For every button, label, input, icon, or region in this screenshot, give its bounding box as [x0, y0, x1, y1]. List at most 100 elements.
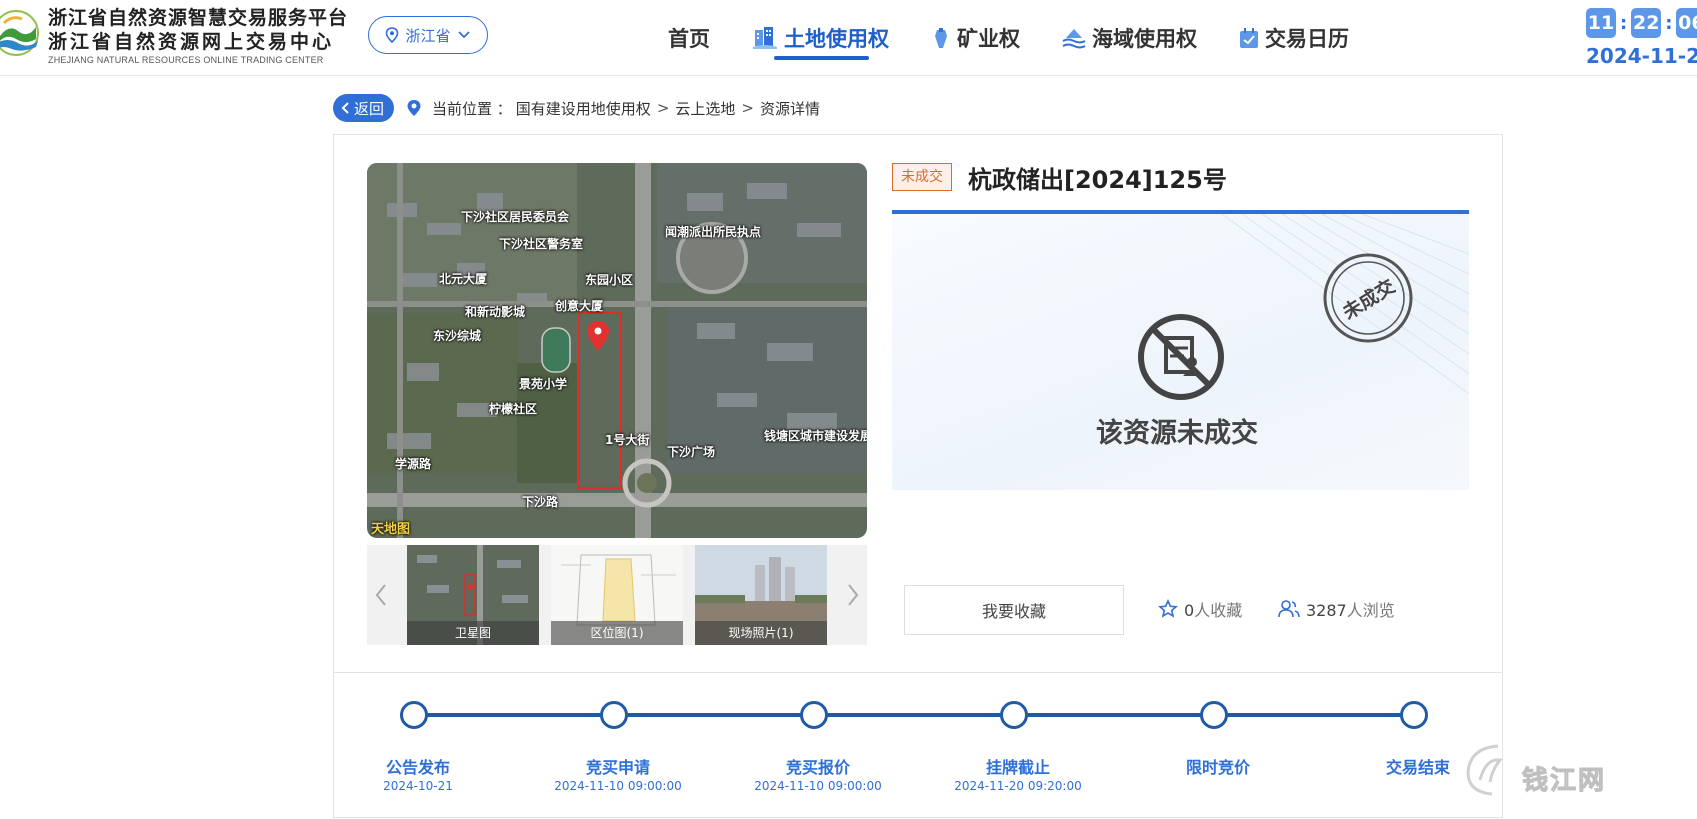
clock-separator: : — [1665, 12, 1673, 34]
map-label: 1号大街 — [605, 433, 650, 447]
timeline-step-label: 限时竞价 — [1185, 758, 1250, 777]
map-label: 东沙综城 — [433, 329, 482, 343]
map-label: 柠檬社区 — [489, 402, 538, 416]
thumbnails-prev-button[interactable] — [367, 545, 395, 645]
nav-land-use-rights[interactable]: 土地使用权 — [752, 0, 889, 76]
breadcrumb-land-rights[interactable]: 国有建设用地使用权 — [516, 98, 651, 119]
platform-logo-text[interactable]: 浙江省自然资源智慧交易服务平台 浙江省自然资源网上交易中心 ZHEJIANG N… — [48, 6, 348, 66]
timeline-dot — [400, 701, 428, 729]
map-label: 学源路 — [395, 457, 432, 471]
nav-mining-rights[interactable]: 矿业权 — [931, 0, 1020, 76]
timeline-step-date: 2024-11-10 09:00:00 — [554, 779, 682, 793]
breadcrumb: 返回 当前位置 ： 国有建设用地使用权 > 云上选地 > 资源详情 — [333, 94, 820, 122]
clock-minutes: 22 — [1631, 8, 1662, 38]
timeline-dot — [800, 701, 828, 729]
platform-logo-icon — [0, 10, 39, 56]
clock-seconds: 06 — [1676, 8, 1697, 38]
map-label: 下沙路 — [522, 495, 559, 509]
timeline-step-date: 2024-11-10 09:00:00 — [754, 779, 882, 793]
chevron-left-icon — [341, 102, 349, 114]
map-label: 和新动影城 — [465, 305, 526, 319]
map-label: 景苑小学 — [519, 377, 568, 391]
thumbnail-site-photo[interactable]: 现场照片(1) — [695, 545, 827, 645]
map-label: 下沙社区警务室 — [499, 237, 584, 251]
building-icon — [753, 27, 777, 49]
region-label: 浙江省 — [405, 26, 451, 45]
timeline-dot — [600, 701, 628, 729]
section-divider — [334, 672, 1502, 673]
chevron-right-icon — [848, 584, 859, 606]
timeline-dot — [1200, 701, 1228, 729]
platform-name: 浙江省自然资源智慧交易服务平台 — [48, 7, 349, 29]
thumbnail-caption: 区位图(1) — [551, 621, 683, 645]
main-nav: 首页 土地使用权 矿业权 海域使用权 交易日历 — [668, 0, 1391, 76]
chevron-left-icon — [375, 584, 386, 606]
back-button[interactable]: 返回 — [333, 94, 395, 122]
favorites-label: 人收藏 — [1194, 601, 1243, 620]
nav-sea-area-rights-label: 海域使用权 — [1092, 27, 1197, 51]
views-label: 人浏览 — [1346, 601, 1395, 620]
users-icon — [1278, 600, 1300, 618]
resource-title: 杭政储出[2024]125号 — [968, 166, 1227, 194]
status-badge: 未成交 — [892, 163, 952, 191]
thumbnail-satellite[interactable]: 卫星图 — [407, 545, 539, 645]
nav-land-use-rights-label: 土地使用权 — [784, 27, 889, 51]
favorite-button[interactable]: 我要收藏 — [904, 585, 1124, 635]
center-name: 浙江省自然资源网上交易中心 — [48, 31, 335, 53]
nav-home[interactable]: 首页 — [668, 0, 710, 76]
region-selector[interactable]: 浙江省 — [368, 16, 488, 54]
unsold-stamp: 未成交 — [1322, 252, 1414, 344]
nav-mining-rights-label: 矿业权 — [957, 27, 1020, 51]
timeline-dot — [1000, 701, 1028, 729]
no-deal-icon — [1138, 314, 1224, 400]
server-clock: 11 : 22 : 06 2024-11-22 — [1586, 8, 1697, 68]
breadcrumb-prefix: 当前位置 ： — [432, 99, 512, 118]
thumbnail-location-map[interactable]: 区位图(1) — [551, 545, 683, 645]
clock-hours: 11 — [1586, 8, 1616, 38]
back-button-label: 返回 — [354, 99, 385, 118]
thumbnail-caption: 现场照片(1) — [695, 621, 827, 645]
mining-icon — [935, 28, 947, 48]
watermark-text: 钱江网 — [1521, 766, 1607, 797]
timeline-step-label: 竞买申请 — [585, 758, 650, 777]
calendar-icon — [1240, 28, 1258, 48]
nav-trading-calendar-label: 交易日历 — [1265, 27, 1349, 51]
chevron-down-icon — [457, 31, 470, 39]
satellite-map[interactable]: 下沙社区居民委员会 下沙社区警务室 闻潮派出所民执点 北元大厦 东园小区 创意大… — [367, 163, 867, 538]
map-label: 北元大厦 — [439, 272, 488, 286]
nav-trading-calendar[interactable]: 交易日历 — [1239, 0, 1349, 76]
map-label: 钱塘区城市建设发展中心 — [764, 429, 867, 443]
star-icon — [1158, 599, 1178, 618]
timeline-step-date: 2024-10-21 — [383, 779, 453, 793]
breadcrumb-separator: > — [656, 99, 670, 117]
watermark-logo-icon — [1466, 744, 1503, 796]
location-pin-icon — [386, 27, 399, 43]
breadcrumb-cloud-selection[interactable]: 云上选地 — [675, 98, 735, 119]
favorites-number: 0 — [1184, 601, 1195, 620]
clock-date: 2024-11-22 — [1586, 44, 1697, 68]
map-label: 下沙广场 — [667, 445, 716, 459]
timeline-step-date: 2024-11-20 09:20:00 — [954, 779, 1082, 793]
nav-home-label: 首页 — [668, 27, 710, 51]
clock-separator: : — [1620, 12, 1628, 34]
no-deal-message: 该资源未成交 — [1096, 418, 1258, 449]
map-label: 闻潮派出所民执点 — [665, 225, 762, 239]
wave-icon — [1062, 29, 1086, 49]
thumbnail-caption: 卫星图 — [407, 621, 539, 645]
map-label: 创意大厦 — [555, 299, 604, 313]
breadcrumb-current-page: 资源详情 — [759, 99, 820, 118]
satellite-image — [367, 163, 867, 538]
thumbnails-next-button[interactable] — [839, 545, 867, 645]
map-label: 东园小区 — [585, 273, 634, 287]
image-thumbnails: 卫星图 区位图(1) 现场照片(1) — [367, 545, 867, 645]
views-count: 3287人浏览 — [1278, 597, 1395, 621]
timeline-step-label: 公告发布 — [385, 758, 450, 777]
map-provider-watermark: 天地图 — [371, 522, 411, 537]
nav-sea-area-rights[interactable]: 海域使用权 — [1062, 0, 1197, 76]
location-pin-icon — [407, 100, 421, 116]
site-header: 浙江省自然资源智慧交易服务平台 浙江省自然资源网上交易中心 ZHEJIANG N… — [0, 0, 1697, 76]
timeline-step-label: 挂牌截止 — [985, 758, 1050, 777]
site-watermark: 钱江网 — [1460, 740, 1697, 800]
map-label: 下沙社区居民委员会 — [461, 210, 570, 224]
timeline-dot — [1400, 701, 1428, 729]
